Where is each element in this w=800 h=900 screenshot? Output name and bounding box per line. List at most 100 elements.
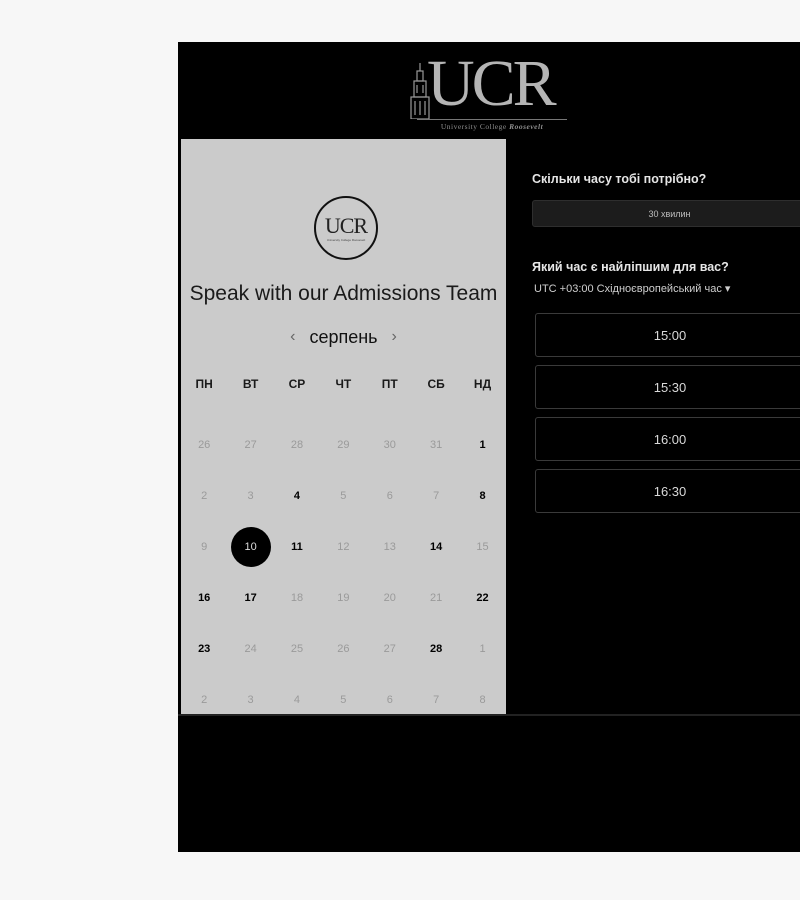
calendar-day-unavailable: 18 <box>274 572 320 623</box>
calendar-day-available[interactable]: 23 <box>181 623 227 674</box>
calendar-day-label: 31 <box>430 438 443 451</box>
calendar-day-unavailable: 12 <box>320 521 366 572</box>
header: UCR University College Roosevelt <box>178 42 800 139</box>
calendar-day-selected[interactable]: 10 <box>227 521 273 572</box>
calendar-day-unavailable: 26 <box>320 623 366 674</box>
divider <box>178 714 800 716</box>
weekday-label: СР <box>288 377 306 391</box>
calendar-day-available[interactable]: 28 <box>413 623 459 674</box>
calendar-day-label: 10 <box>230 526 271 567</box>
calendar-day-unavailable: 6 <box>367 470 413 521</box>
time-slot-button[interactable]: 15:30 <box>535 365 800 409</box>
calendar-day-label: 22 <box>476 591 489 604</box>
calendar-day-unavailable: 30 <box>367 419 413 470</box>
time-slot-button[interactable]: 16:00 <box>535 417 800 461</box>
month-navigation: ‹ серпень › <box>181 325 506 349</box>
calendar-day-unavailable: 24 <box>227 623 273 674</box>
timezone-select[interactable]: UTC +03:00 Східноєвропейський час ▾ <box>534 282 730 295</box>
calendar-day-unavailable: 29 <box>320 419 366 470</box>
circle-logo: UCR University College Roosevelt <box>314 196 378 260</box>
calendar-day-unavailable: 20 <box>367 572 413 623</box>
calendar-day-label: 27 <box>244 438 257 451</box>
chevron-right-icon[interactable]: › <box>390 328 399 346</box>
time-slot-button[interactable]: 16:30 <box>535 469 800 513</box>
calendar-day-unavailable: 21 <box>413 572 459 623</box>
logo-subtitle: University College Roosevelt <box>417 118 567 131</box>
calendar-day-label: 9 <box>201 540 208 553</box>
calendar-week: 2 3 4 5 6 7 8 <box>181 674 506 725</box>
circle-logo-sub: University College Roosevelt <box>326 237 366 242</box>
month-label: серпень <box>309 326 378 347</box>
calendar-day-label: 26 <box>337 642 350 655</box>
calendar-day-label: 6 <box>386 489 393 502</box>
calendar-day-label: 8 <box>479 489 486 502</box>
calendar-day-label: 15 <box>476 540 489 553</box>
calendar-day-label: 7 <box>433 489 440 502</box>
page-title: Speak with our Admissions Team <box>189 282 498 305</box>
calendar-day-available[interactable]: 11 <box>274 521 320 572</box>
calendar-day-label: 2 <box>201 489 208 502</box>
duration-select[interactable]: 30 хвилин <box>532 200 800 227</box>
calendar-week: 2 3 4 5 6 7 8 <box>181 470 506 521</box>
calendar-day-unavailable: 5 <box>320 470 366 521</box>
calendar-day-available[interactable]: 1 <box>459 419 505 470</box>
weekday-label: ВТ <box>242 377 259 391</box>
calendar-day-unavailable: 25 <box>274 623 320 674</box>
calendar-day-unavailable: 6 <box>367 674 413 725</box>
calendar-day-unavailable: 7 <box>413 470 459 521</box>
calendar-day-unavailable: 26 <box>181 419 227 470</box>
booking-widget: UCR University College Roosevelt UCR Uni… <box>178 42 800 852</box>
weekday-label: ПН <box>195 377 213 391</box>
calendar-day-label: 6 <box>386 693 393 706</box>
calendar-day-label: 27 <box>383 642 396 655</box>
calendar-week: 26 27 28 29 30 31 1 <box>181 419 506 470</box>
logo-subtitle-italic: Roosevelt <box>509 121 544 131</box>
calendar-day-unavailable: 1 <box>459 623 505 674</box>
weekday-label: ПТ <box>381 377 398 391</box>
calendar-day-label: 29 <box>337 438 350 451</box>
calendar-day-label: 7 <box>433 693 440 706</box>
calendar-day-available[interactable]: 22 <box>459 572 505 623</box>
calendar-day-label: 11 <box>291 540 303 553</box>
calendar-day-label: 25 <box>290 642 304 655</box>
chevron-left-icon[interactable]: ‹ <box>288 328 297 346</box>
calendar-day-available[interactable]: 4 <box>274 470 320 521</box>
calendar-day-label: 23 <box>198 642 211 655</box>
calendar-day-label: 13 <box>383 540 396 553</box>
calendar-day-unavailable: 27 <box>367 623 413 674</box>
weekday-label: НД <box>473 377 492 391</box>
calendar-day-label: 4 <box>293 693 301 706</box>
calendar-day-unavailable: 4 <box>274 674 320 725</box>
calendar-day-label: 1 <box>479 642 486 655</box>
calendar-day-label: 19 <box>337 591 350 604</box>
calendar-day-available[interactable]: 8 <box>459 470 505 521</box>
calendar-week: 9 10 11 12 13 14 15 <box>181 521 506 572</box>
weekday-label: СБ <box>427 377 445 391</box>
calendar-day-available[interactable]: 17 <box>227 572 273 623</box>
calendar-day-available[interactable]: 14 <box>413 521 459 572</box>
calendar-week: 23 24 25 26 27 28 1 <box>181 623 506 674</box>
calendar-day-unavailable: 3 <box>227 470 273 521</box>
calendar-day-label: 5 <box>340 693 347 706</box>
calendar-day-label: 5 <box>340 489 347 502</box>
calendar-day-label: 16 <box>198 591 211 604</box>
calendar-day-label: 3 <box>247 693 254 706</box>
calendar-day-label: 17 <box>244 591 257 604</box>
calendar-day-label: 1 <box>479 438 486 451</box>
calendar-day-unavailable: 31 <box>413 419 459 470</box>
circle-logo-letters: UCR <box>324 212 368 238</box>
calendar-day-label: 12 <box>337 540 350 553</box>
time-slot-button[interactable]: 15:00 <box>535 313 800 357</box>
calendar-day-label: 20 <box>383 591 396 604</box>
calendar-day-unavailable: 19 <box>320 572 366 623</box>
calendar-day-label: 3 <box>247 489 254 502</box>
calendar-day-unavailable: 2 <box>181 674 227 725</box>
calendar-day-label: 18 <box>290 591 304 604</box>
calendar-day-unavailable: 7 <box>413 674 459 725</box>
calendar-day-label: 28 <box>290 438 304 451</box>
calendar-grid: 26 27 28 29 30 31 1 2 3 4 5 6 7 8 9 10 11 12 13 14 15 16 17 18 1… <box>181 419 506 725</box>
duration-question: Скільки часу тобі потрібно? <box>532 172 707 186</box>
calendar-day-available[interactable]: 16 <box>181 572 227 623</box>
calendar-day-unavailable: 5 <box>320 674 366 725</box>
calendar-day-label: 30 <box>383 438 396 451</box>
